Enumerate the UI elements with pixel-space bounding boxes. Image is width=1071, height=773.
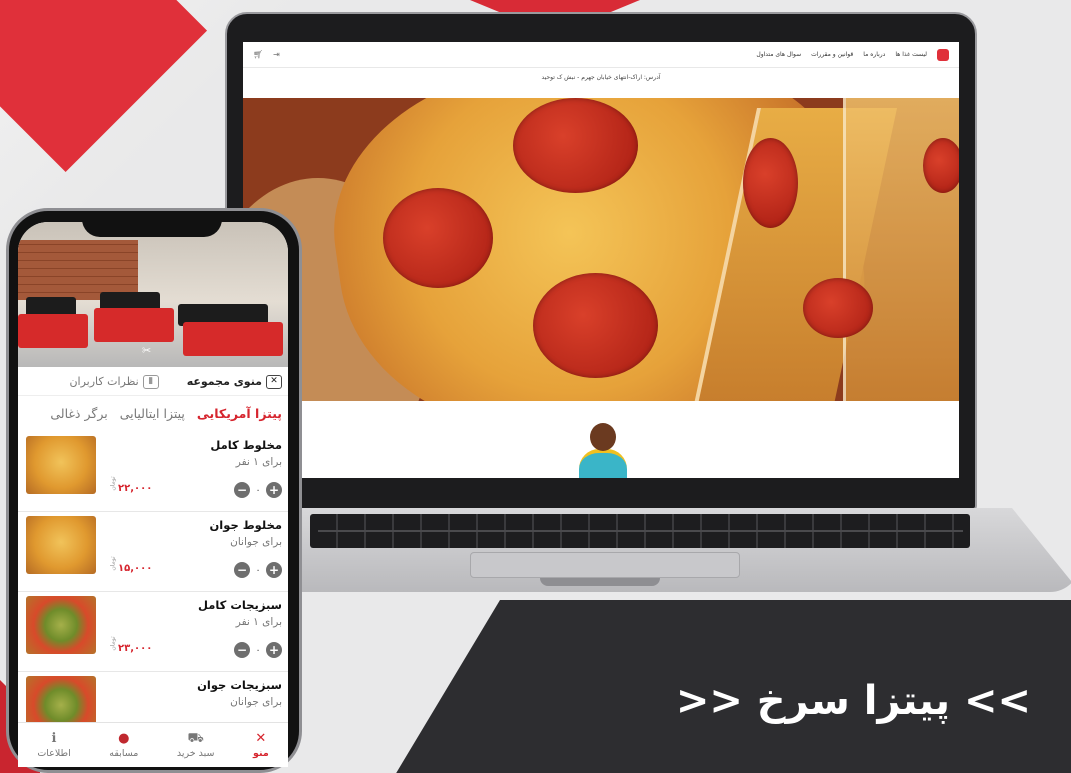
item-quantity: ۰ [255,564,261,576]
laptop-trackpad [470,552,740,578]
hero-pizza-image [243,98,959,401]
minus-icon[interactable]: − [234,642,250,658]
nav-link-faq[interactable]: سوال های متداول [756,51,801,58]
laptop-website: لیست غذا ها درباره ما قوانین و مقررات سو… [243,42,959,478]
competition-icon: ● [118,730,130,746]
plus-icon[interactable]: + [266,642,282,658]
bottom-navigation: ✕ منو ⛟ سبد خرید ● مسابقه ℹ اطلاعات [18,722,288,767]
pepperoni [533,273,658,378]
nav-link-menu-list[interactable]: لیست غذا ها [895,51,927,58]
mascot-illustration [573,423,633,478]
minus-icon[interactable]: − [234,562,250,578]
chart-icon: ▮ [142,374,159,389]
phone-app: ✂ ✕ منوی مجموعه ▮ نظرات کاربران پیتزا آم… [18,222,288,767]
site-header-icons: ⇥ 🛒︎ [253,50,280,59]
plus-icon[interactable]: + [266,562,282,578]
item-quantity: ۰ [255,484,261,496]
price-unit: تومان [109,476,117,491]
nav-competition[interactable]: ● مسابقه [109,730,138,759]
menu-item[interactable]: سبزیجات کامل برای ۱ نفر + ۰ − ۲۳,۰۰۰ توم… [18,592,288,672]
item-name: مخلوط جوان [209,518,282,532]
nav-link-rules[interactable]: قوانین و مقررات [811,51,853,58]
item-description: برای جوانان [230,536,282,548]
nav-info[interactable]: ℹ اطلاعات [37,730,70,759]
item-name: سبزیجات کامل [197,598,282,612]
category-american-pizza[interactable]: پیتزا آمریکایی [197,406,282,421]
category-charcoal-burger[interactable]: برگر ذغالی [50,406,107,421]
menu-item[interactable]: مخلوط جوان برای جوانان + ۰ − ۱۵,۰۰۰ توما… [18,512,288,592]
item-price: ۲۳,۰۰۰ [118,643,153,654]
item-description: برای ۱ نفر [235,456,282,468]
tab-user-reviews[interactable]: ▮ نظرات کاربران [69,374,159,389]
nav-cart[interactable]: ⛟ سبد خرید [177,730,215,759]
item-thumbnail [26,516,96,574]
category-tabs: پیتزا آمریکایی پیتزا ایتالیایی برگر ذغال… [18,398,288,428]
item-thumbnail [26,596,96,654]
fork-knife-icon: ✕ [266,374,282,389]
item-name: سبزیجات جوان [197,678,282,692]
promo-headline: >> پیتزا سرخ << [675,678,1031,724]
price-unit: تومان [109,556,117,571]
price-unit: تومان [109,636,117,651]
quantity-stepper: + ۰ − [234,562,282,578]
quantity-stepper: + ۰ − [234,642,282,658]
content-section [243,401,959,478]
quantity-stepper: + ۰ − [234,482,282,498]
phone-notch [82,211,222,237]
menu-item[interactable]: مخلوط کامل برای ۱ نفر + ۰ − ۲۲,۰۰۰ تومان [18,432,288,512]
fork-knife-icon: ✂ [142,344,152,357]
pepperoni [383,188,493,288]
nav-link-about[interactable]: درباره ما [863,51,885,58]
item-thumbnail [26,436,96,494]
nav-menu[interactable]: ✕ منو [253,730,269,759]
tab-menu-collection[interactable]: ✕ منوی مجموعه [187,374,282,389]
pepperoni [923,138,959,193]
site-address: آدرس: اراک-انتهای خیابان جهرم - نبش ک تو… [541,74,661,81]
cart-icon: ⛟ [187,730,204,746]
pepperoni [743,138,798,228]
menu-item-list: مخلوط کامل برای ۱ نفر + ۰ − ۲۲,۰۰۰ تومان… [18,432,288,752]
pepperoni [803,278,873,338]
plus-icon[interactable]: + [266,482,282,498]
login-icon[interactable]: ⇥ [273,50,280,59]
item-description: برای ۱ نفر [235,616,282,628]
fork-knife-icon: ✕ [255,730,267,746]
item-description: برای جوانان [230,696,282,708]
restaurant-photo: ✂ [18,222,288,367]
info-icon: ℹ [51,730,57,746]
site-nav: لیست غذا ها درباره ما قوانین و مقررات سو… [756,48,949,61]
pepperoni [513,98,638,193]
category-italian-pizza[interactable]: پیتزا ایتالیایی [120,406,185,421]
site-header: لیست غذا ها درباره ما قوانین و مقررات سو… [243,42,959,68]
item-quantity: ۰ [255,644,261,656]
item-name: مخلوط کامل [210,438,282,452]
cart-icon[interactable]: 🛒︎ [253,50,263,59]
item-price: ۲۲,۰۰۰ [118,483,153,494]
item-price: ۱۵,۰۰۰ [118,563,153,574]
minus-icon[interactable]: − [234,482,250,498]
menu-tab-bar: ✕ منوی مجموعه ▮ نظرات کاربران [18,368,288,396]
site-logo[interactable] [937,48,949,61]
